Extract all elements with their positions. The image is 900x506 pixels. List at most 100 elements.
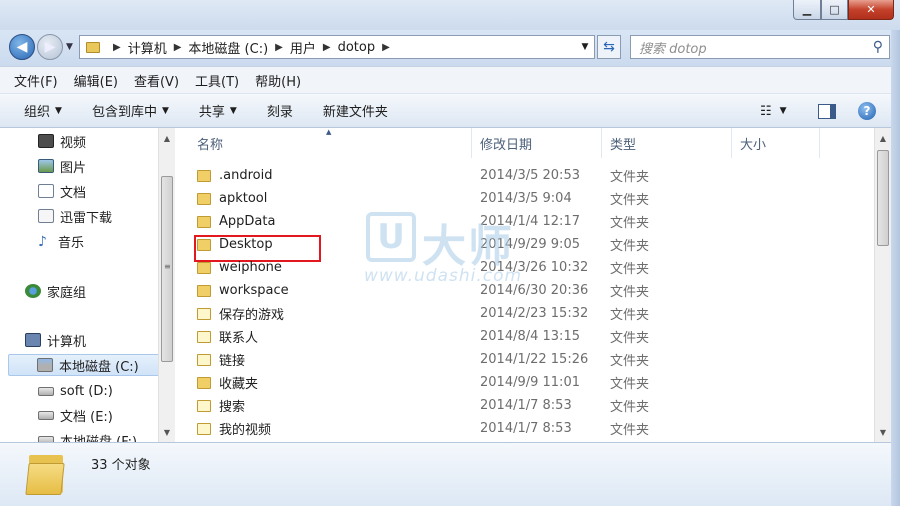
- file-row[interactable]: 收藏夹 2014/9/9 11:01 文件夹: [180, 371, 874, 394]
- sidebar-item-xunlei-downloads[interactable]: 迅雷下载: [38, 205, 112, 227]
- column-header-type[interactable]: 类型: [602, 128, 732, 158]
- sidebar-item-local-disk-f[interactable]: 本地磁盘 (F:): [38, 429, 137, 442]
- breadcrumb-item-local-disk[interactable]: 本地磁盘 (C:): [188, 38, 268, 57]
- chevron-right-icon[interactable]: ▶: [113, 42, 121, 53]
- close-button[interactable]: ✕: [848, 0, 894, 20]
- organize-button[interactable]: 组织 ▼: [24, 101, 62, 120]
- menu-edit[interactable]: 编辑(E): [74, 71, 118, 90]
- chevron-right-icon[interactable]: ▶: [275, 42, 283, 53]
- menu-bar: 文件(F) 编辑(E) 查看(V) 工具(T) 帮助(H): [0, 66, 900, 94]
- computer-icon: [25, 333, 41, 347]
- drive-icon: [38, 386, 54, 396]
- breadcrumb-item-computer[interactable]: 计算机: [128, 38, 167, 57]
- file-date: 2014/6/30 20:36: [480, 283, 589, 298]
- sidebar-item-homegroup[interactable]: 家庭组: [25, 280, 86, 302]
- file-date: 2014/8/4 13:15: [480, 329, 580, 344]
- view-details-icon: ☷: [760, 103, 772, 119]
- file-row[interactable]: 保存的游戏 2014/2/23 15:32 文件夹: [180, 302, 874, 325]
- sidebar-item-music[interactable]: ♪ 音乐: [38, 230, 84, 252]
- chevron-down-icon: ▼: [229, 105, 237, 116]
- back-button[interactable]: ◀: [9, 34, 35, 60]
- sidebar-item-soft-d[interactable]: soft (D:): [38, 380, 113, 402]
- chevron-right-icon[interactable]: ▶: [174, 42, 182, 53]
- item-count: 33 个对象: [91, 458, 151, 473]
- scrollbar-thumb[interactable]: [877, 150, 889, 246]
- file-row[interactable]: 链接 2014/1/22 15:26 文件夹: [180, 348, 874, 371]
- sidebar-item-pictures[interactable]: 图片: [38, 155, 86, 177]
- preview-pane-button[interactable]: [818, 94, 836, 128]
- menu-help[interactable]: 帮助(H): [255, 71, 301, 90]
- file-row[interactable]: weiphone 2014/3/26 10:32 文件夹: [180, 256, 874, 279]
- navigation-pane-scrollbar[interactable]: ▲ ≡ ▼: [158, 128, 175, 442]
- chevron-down-icon: ▼: [779, 106, 787, 116]
- file-date: 2014/3/5 9:04: [480, 191, 572, 206]
- file-row[interactable]: 联系人 2014/8/4 13:15 文件夹: [180, 325, 874, 348]
- search-input[interactable]: 搜索 dotop ⚲: [630, 35, 890, 59]
- minimize-button[interactable]: ▁: [793, 0, 821, 20]
- file-row[interactable]: 我的视频 2014/1/7 8:53 文件夹: [180, 417, 874, 440]
- column-header-date-modified[interactable]: 修改日期: [472, 128, 602, 158]
- file-name: .android: [219, 168, 273, 183]
- drive-icon: [38, 410, 54, 420]
- sidebar-item-label: 视频: [60, 135, 87, 151]
- navigation-bar: ◀ ▶ ▼ ▶ 计算机 ▶ 本地磁盘 (C:) ▶ 用户 ▶ dotop ▶ ▼…: [0, 30, 900, 66]
- file-type: 文件夹: [610, 377, 650, 392]
- burn-label: 刻录: [266, 105, 293, 120]
- change-view-button[interactable]: ☷ ▼: [760, 94, 787, 128]
- breadcrumb-item-dotop[interactable]: dotop: [338, 40, 376, 55]
- scroll-up-icon[interactable]: ▲: [159, 130, 175, 146]
- breadcrumb-item-users[interactable]: 用户: [290, 38, 316, 57]
- file-date: 2014/1/4 12:17: [480, 214, 580, 229]
- document-icon: [38, 184, 54, 198]
- scroll-down-icon[interactable]: ▼: [159, 424, 175, 440]
- sidebar-item-videos[interactable]: 视频: [38, 130, 86, 152]
- forward-button[interactable]: ▶: [37, 34, 63, 60]
- scroll-up-icon[interactable]: ▲: [875, 130, 891, 146]
- menu-view[interactable]: 查看(V): [134, 71, 179, 90]
- menu-file[interactable]: 文件(F): [14, 71, 58, 90]
- file-date: 2014/9/29 9:05: [480, 237, 580, 252]
- file-row[interactable]: workspace 2014/6/30 20:36 文件夹: [180, 279, 874, 302]
- column-header-size[interactable]: 大小: [732, 128, 820, 158]
- sidebar-item-local-disk-c[interactable]: 本地磁盘 (C:): [8, 354, 166, 376]
- maximize-button[interactable]: □: [821, 0, 848, 20]
- scroll-down-icon[interactable]: ▼: [875, 424, 891, 440]
- help-button[interactable]: ?: [858, 94, 876, 128]
- recent-pages-dropdown-icon[interactable]: ▼: [66, 42, 73, 52]
- download-folder-icon: [38, 209, 54, 223]
- file-type: 文件夹: [610, 170, 650, 185]
- file-type: 文件夹: [610, 354, 650, 369]
- file-row[interactable]: apktool 2014/3/5 9:04 文件夹: [180, 187, 874, 210]
- file-row[interactable]: 搜索 2014/1/7 8:53 文件夹: [180, 394, 874, 417]
- sidebar-item-documents[interactable]: 文档: [38, 180, 86, 202]
- file-row-desktop[interactable]: Desktop 2014/9/29 9:05 文件夹: [180, 233, 874, 262]
- scrollbar-thumb[interactable]: ≡: [161, 176, 173, 362]
- chevron-right-icon[interactable]: ▶: [382, 42, 390, 53]
- title-bar: ▁ □ ✕: [0, 0, 900, 30]
- menu-tools[interactable]: 工具(T): [195, 71, 239, 90]
- address-history-dropdown-icon[interactable]: ▼: [576, 36, 594, 58]
- file-list-scrollbar[interactable]: ▲ ▼: [874, 128, 891, 442]
- drive-icon: [37, 358, 53, 372]
- column-headers: ▲ 名称 修改日期 类型 大小: [180, 128, 874, 158]
- file-name: 链接: [219, 354, 246, 369]
- chevron-right-icon[interactable]: ▶: [323, 42, 331, 53]
- file-date: 2014/2/23 15:32: [480, 306, 589, 321]
- address-bar[interactable]: ▶ 计算机 ▶ 本地磁盘 (C:) ▶ 用户 ▶ dotop ▶ ▼: [79, 35, 595, 59]
- homegroup-icon: [25, 284, 41, 298]
- column-header-name[interactable]: 名称: [180, 128, 472, 158]
- file-row[interactable]: AppData 2014/1/4 12:17 文件夹: [180, 210, 874, 233]
- sidebar-item-documents-e[interactable]: 文档 (E:): [38, 404, 113, 426]
- burn-button[interactable]: 刻录: [267, 101, 293, 120]
- sidebar-item-computer[interactable]: 计算机: [25, 329, 86, 351]
- details-pane: 33 个对象: [0, 442, 891, 506]
- share-label: 共享: [198, 105, 225, 120]
- refresh-button[interactable]: ⇆: [597, 35, 621, 59]
- file-name: 联系人: [219, 331, 259, 346]
- share-button[interactable]: 共享 ▼: [199, 101, 237, 120]
- search-icon[interactable]: ⚲: [873, 39, 883, 55]
- new-folder-button[interactable]: 新建文件夹: [323, 101, 388, 120]
- include-in-library-button[interactable]: 包含到库中 ▼: [92, 101, 169, 120]
- folder-icon: [86, 41, 100, 53]
- file-row[interactable]: .android 2014/3/5 20:53 文件夹: [180, 164, 874, 187]
